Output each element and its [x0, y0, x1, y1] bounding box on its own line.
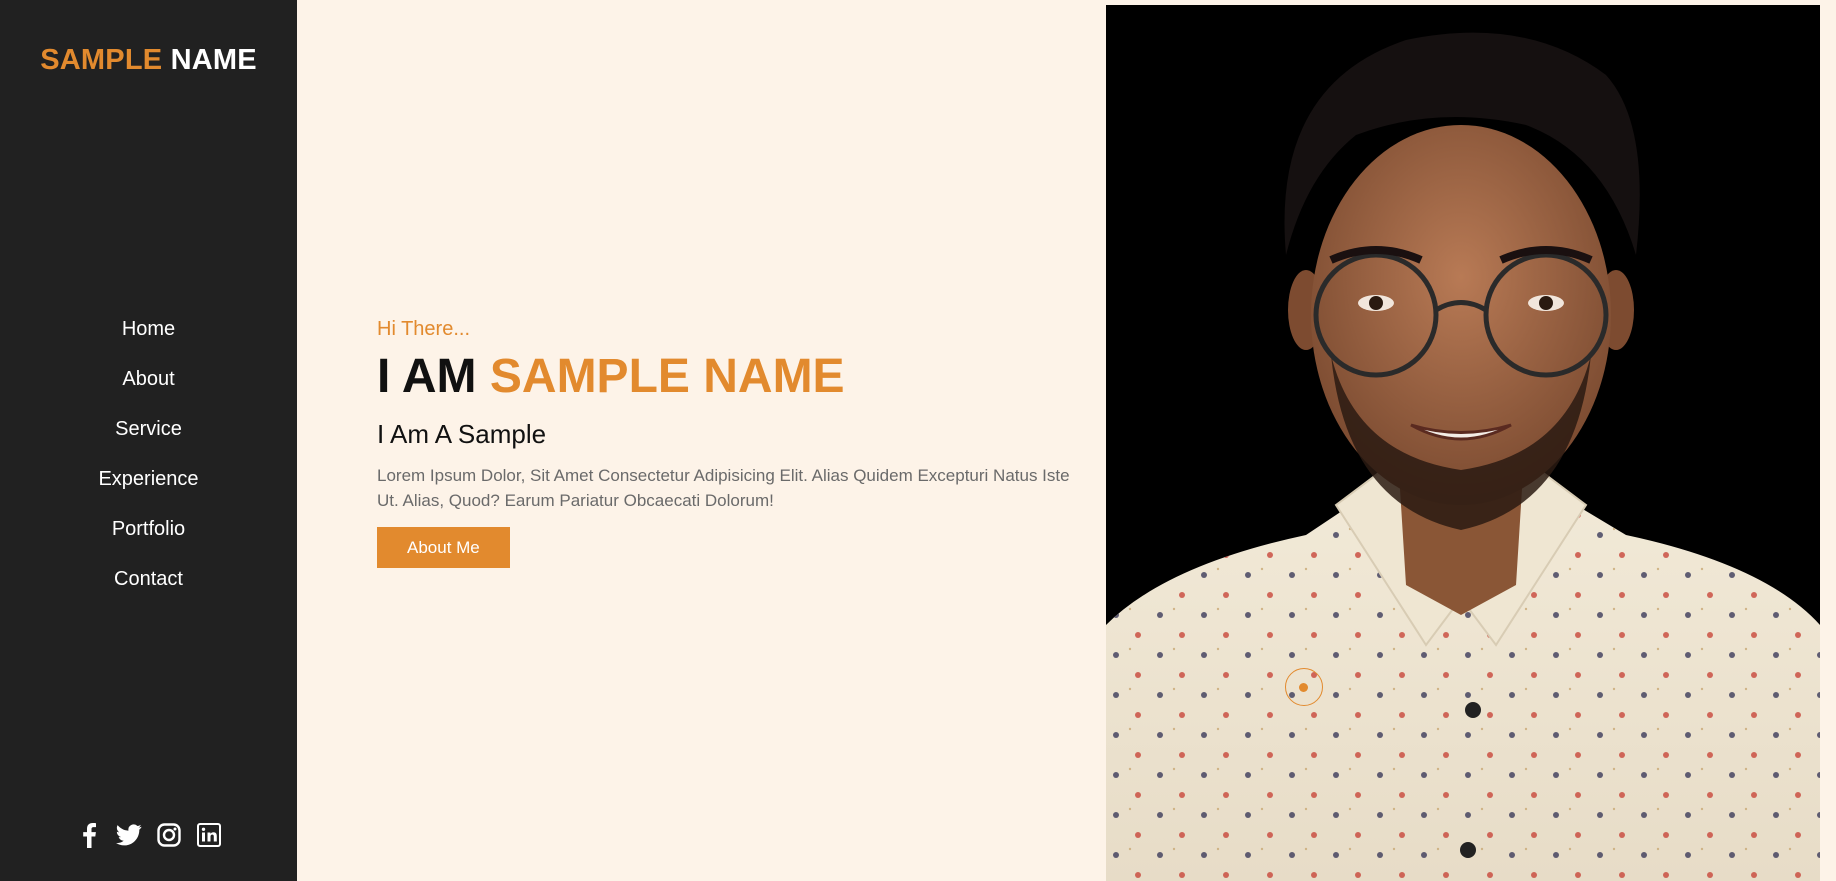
hero-section: Hi There... I AM SAMPLE NAME I Am A Samp…: [377, 318, 1077, 568]
hero-description: Lorem Ipsum Dolor, Sit Amet Consectetur …: [377, 466, 1070, 510]
hero-headline-name: SAMPLE NAME: [489, 350, 845, 403]
nav-item-home[interactable]: Home: [0, 309, 297, 359]
nav-item-portfolio[interactable]: Portfolio: [0, 509, 297, 559]
about-me-button[interactable]: About Me: [377, 527, 510, 568]
twitter-icon[interactable]: [115, 822, 142, 848]
hero-headline-prefix: I AM: [377, 350, 477, 403]
sidebar: SAMPLE NAME Home About Service Experienc…: [0, 0, 297, 881]
nav-item-about[interactable]: About: [0, 359, 297, 409]
profile-photo: [1106, 5, 1820, 881]
hero-greeting: Hi There...: [377, 318, 470, 340]
nav-item-service[interactable]: Service: [0, 409, 297, 459]
linkedin-icon[interactable]: [196, 822, 222, 848]
brand-logo-first: SAMPLE: [40, 44, 163, 76]
brand-logo-second: NAME: [170, 44, 257, 76]
brand-logo[interactable]: SAMPLE NAME: [0, 44, 297, 77]
social-links: [0, 822, 297, 848]
nav-item-experience[interactable]: Experience: [0, 459, 297, 509]
facebook-icon[interactable]: [76, 822, 102, 848]
cursor-dot: [1299, 683, 1308, 692]
nav-item-contact[interactable]: Contact: [0, 559, 297, 609]
hero-headline: I AM SAMPLE NAME: [377, 349, 1077, 405]
sidebar-nav: Home About Service Experience Portfolio …: [0, 309, 297, 609]
hero-subtitle: I Am A Sample: [377, 419, 547, 449]
instagram-icon[interactable]: [156, 822, 182, 848]
